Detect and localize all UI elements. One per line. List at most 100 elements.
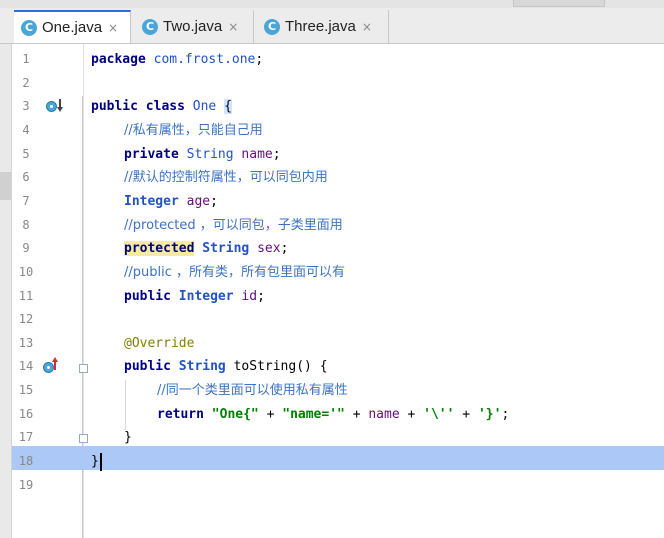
line-number: 7 [22, 193, 30, 208]
text-caret [99, 452, 102, 471]
code-line-11: public Integer id; [124, 285, 265, 309]
type-name: String [186, 146, 234, 162]
implemented-icon[interactable] [46, 101, 57, 112]
code-line-6: //默认的控制符属性，可以同包内用 [124, 166, 328, 190]
arrow-up-icon [54, 361, 56, 370]
operator: + [454, 406, 478, 422]
brace: } [91, 454, 99, 469]
class-name: One [192, 99, 217, 115]
field-name: sex [257, 241, 281, 257]
operator: + [344, 406, 369, 422]
close-icon[interactable]: × [108, 21, 118, 35]
brace: { [224, 99, 232, 115]
type-name: String [178, 359, 226, 375]
code-line-4: //私有属性，只能自己用 [124, 119, 263, 143]
code-line-13: @Override [124, 332, 194, 356]
brace: } [124, 430, 132, 446]
field-name: age [186, 193, 211, 209]
code-line-16: return "One{" + "name='" + name + '\'' +… [157, 403, 509, 427]
indent-guide [125, 380, 126, 430]
line-number: 11 [18, 288, 34, 303]
keyword: package [91, 52, 146, 67]
char-literal: '}' [477, 406, 502, 422]
top-toolbar-button[interactable] [513, 0, 605, 7]
line-number: 18 [18, 454, 34, 468]
comment: //默认的控制符属性，可以同包内用 [124, 170, 328, 186]
annotation: @Override [124, 335, 195, 351]
line-number: 14 [18, 359, 34, 374]
semicolon: ; [280, 241, 289, 257]
field-name: name [241, 146, 273, 162]
fold-toggle-icon[interactable] [79, 434, 88, 443]
code-line-14: public String toString() { [124, 355, 328, 379]
line-number: 8 [22, 217, 30, 232]
line-number: 3 [22, 99, 30, 114]
line-number: 15 [18, 383, 34, 398]
tab-one-java[interactable]: C One.java × [14, 10, 131, 43]
operator: + [399, 406, 424, 422]
field-name: name [368, 406, 400, 422]
line-number: 13 [18, 335, 34, 350]
arrow-down-icon-head [57, 107, 63, 112]
code-line-3: public class One { [91, 95, 232, 119]
comment: //同一个类里面可以使用私有属性 [157, 383, 348, 399]
operator: + [258, 406, 283, 422]
tab-label: Three.java [285, 18, 356, 35]
editor-tab-bar: C One.java × C Two.java × C Three.java × [0, 8, 664, 44]
brace: { [319, 359, 328, 375]
code-line-5: private String name; [124, 143, 281, 167]
close-icon[interactable]: × [362, 20, 372, 34]
code-line-8: //protected ，可以同包，子类里面用 [124, 214, 343, 238]
type-name: String [202, 241, 250, 257]
keyword: return [157, 406, 204, 422]
semicolon: ; [272, 146, 281, 162]
char-literal: '\'' [423, 406, 455, 422]
keyword: public [91, 99, 138, 115]
code-line-17: } [124, 426, 132, 450]
tab-label: Two.java [163, 18, 223, 35]
tab-three-java[interactable]: C Three.java × [257, 10, 389, 43]
semicolon: ; [257, 288, 265, 304]
line-number: 5 [22, 146, 30, 161]
semicolon: ; [255, 52, 264, 67]
keyword: protected [124, 241, 195, 257]
code-line-15: //同一个类里面可以使用私有属性 [157, 379, 348, 403]
code-line-10: //public ，所有类，所有包里面可以有 [124, 261, 345, 285]
package-name: com.frost.one [153, 52, 256, 67]
code-editor[interactable]: 1 2 3 4 5 6 7 8 9 10 11 12 13 14 15 16 1… [0, 44, 664, 538]
line-number: 10 [18, 264, 34, 279]
code-line-7: Integer age; [124, 190, 218, 214]
type-name: Integer [124, 193, 179, 209]
line-number: 4 [22, 122, 30, 137]
keyword: class [145, 99, 185, 115]
class-icon: C [21, 19, 37, 36]
tab-two-java[interactable]: C Two.java × [135, 10, 254, 43]
line-number: 12 [18, 312, 34, 327]
semicolon: ; [210, 193, 218, 209]
line-number: 19 [18, 477, 34, 492]
code-line-1: package com.frost.one; [91, 48, 263, 72]
field-name: id [241, 288, 258, 304]
tab-label: One.java [42, 19, 103, 36]
line-number: 9 [22, 241, 30, 256]
code-line-18: } [91, 450, 102, 474]
line-number: 6 [22, 170, 30, 185]
keyword: public [124, 288, 171, 304]
comment: //public ，所有类，所有包里面可以有 [124, 264, 346, 280]
line-number: 16 [18, 406, 34, 421]
line-number: 1 [22, 52, 30, 66]
class-icon: C [142, 18, 158, 35]
keyword: private [124, 146, 179, 162]
method-name: toString() [233, 359, 312, 375]
class-icon: C [264, 18, 280, 35]
comment: //protected ，可以同包，子类里面用 [124, 217, 343, 233]
window-top-strip [0, 0, 664, 8]
string-literal: "One{" [211, 406, 259, 422]
fold-toggle-icon[interactable] [79, 364, 88, 373]
override-icon[interactable] [43, 362, 54, 373]
close-icon[interactable]: × [228, 20, 238, 34]
line-number: 2 [22, 75, 30, 90]
semicolon: ; [501, 406, 510, 422]
line-number: 17 [18, 430, 34, 445]
string-literal: "name='" [282, 406, 345, 422]
